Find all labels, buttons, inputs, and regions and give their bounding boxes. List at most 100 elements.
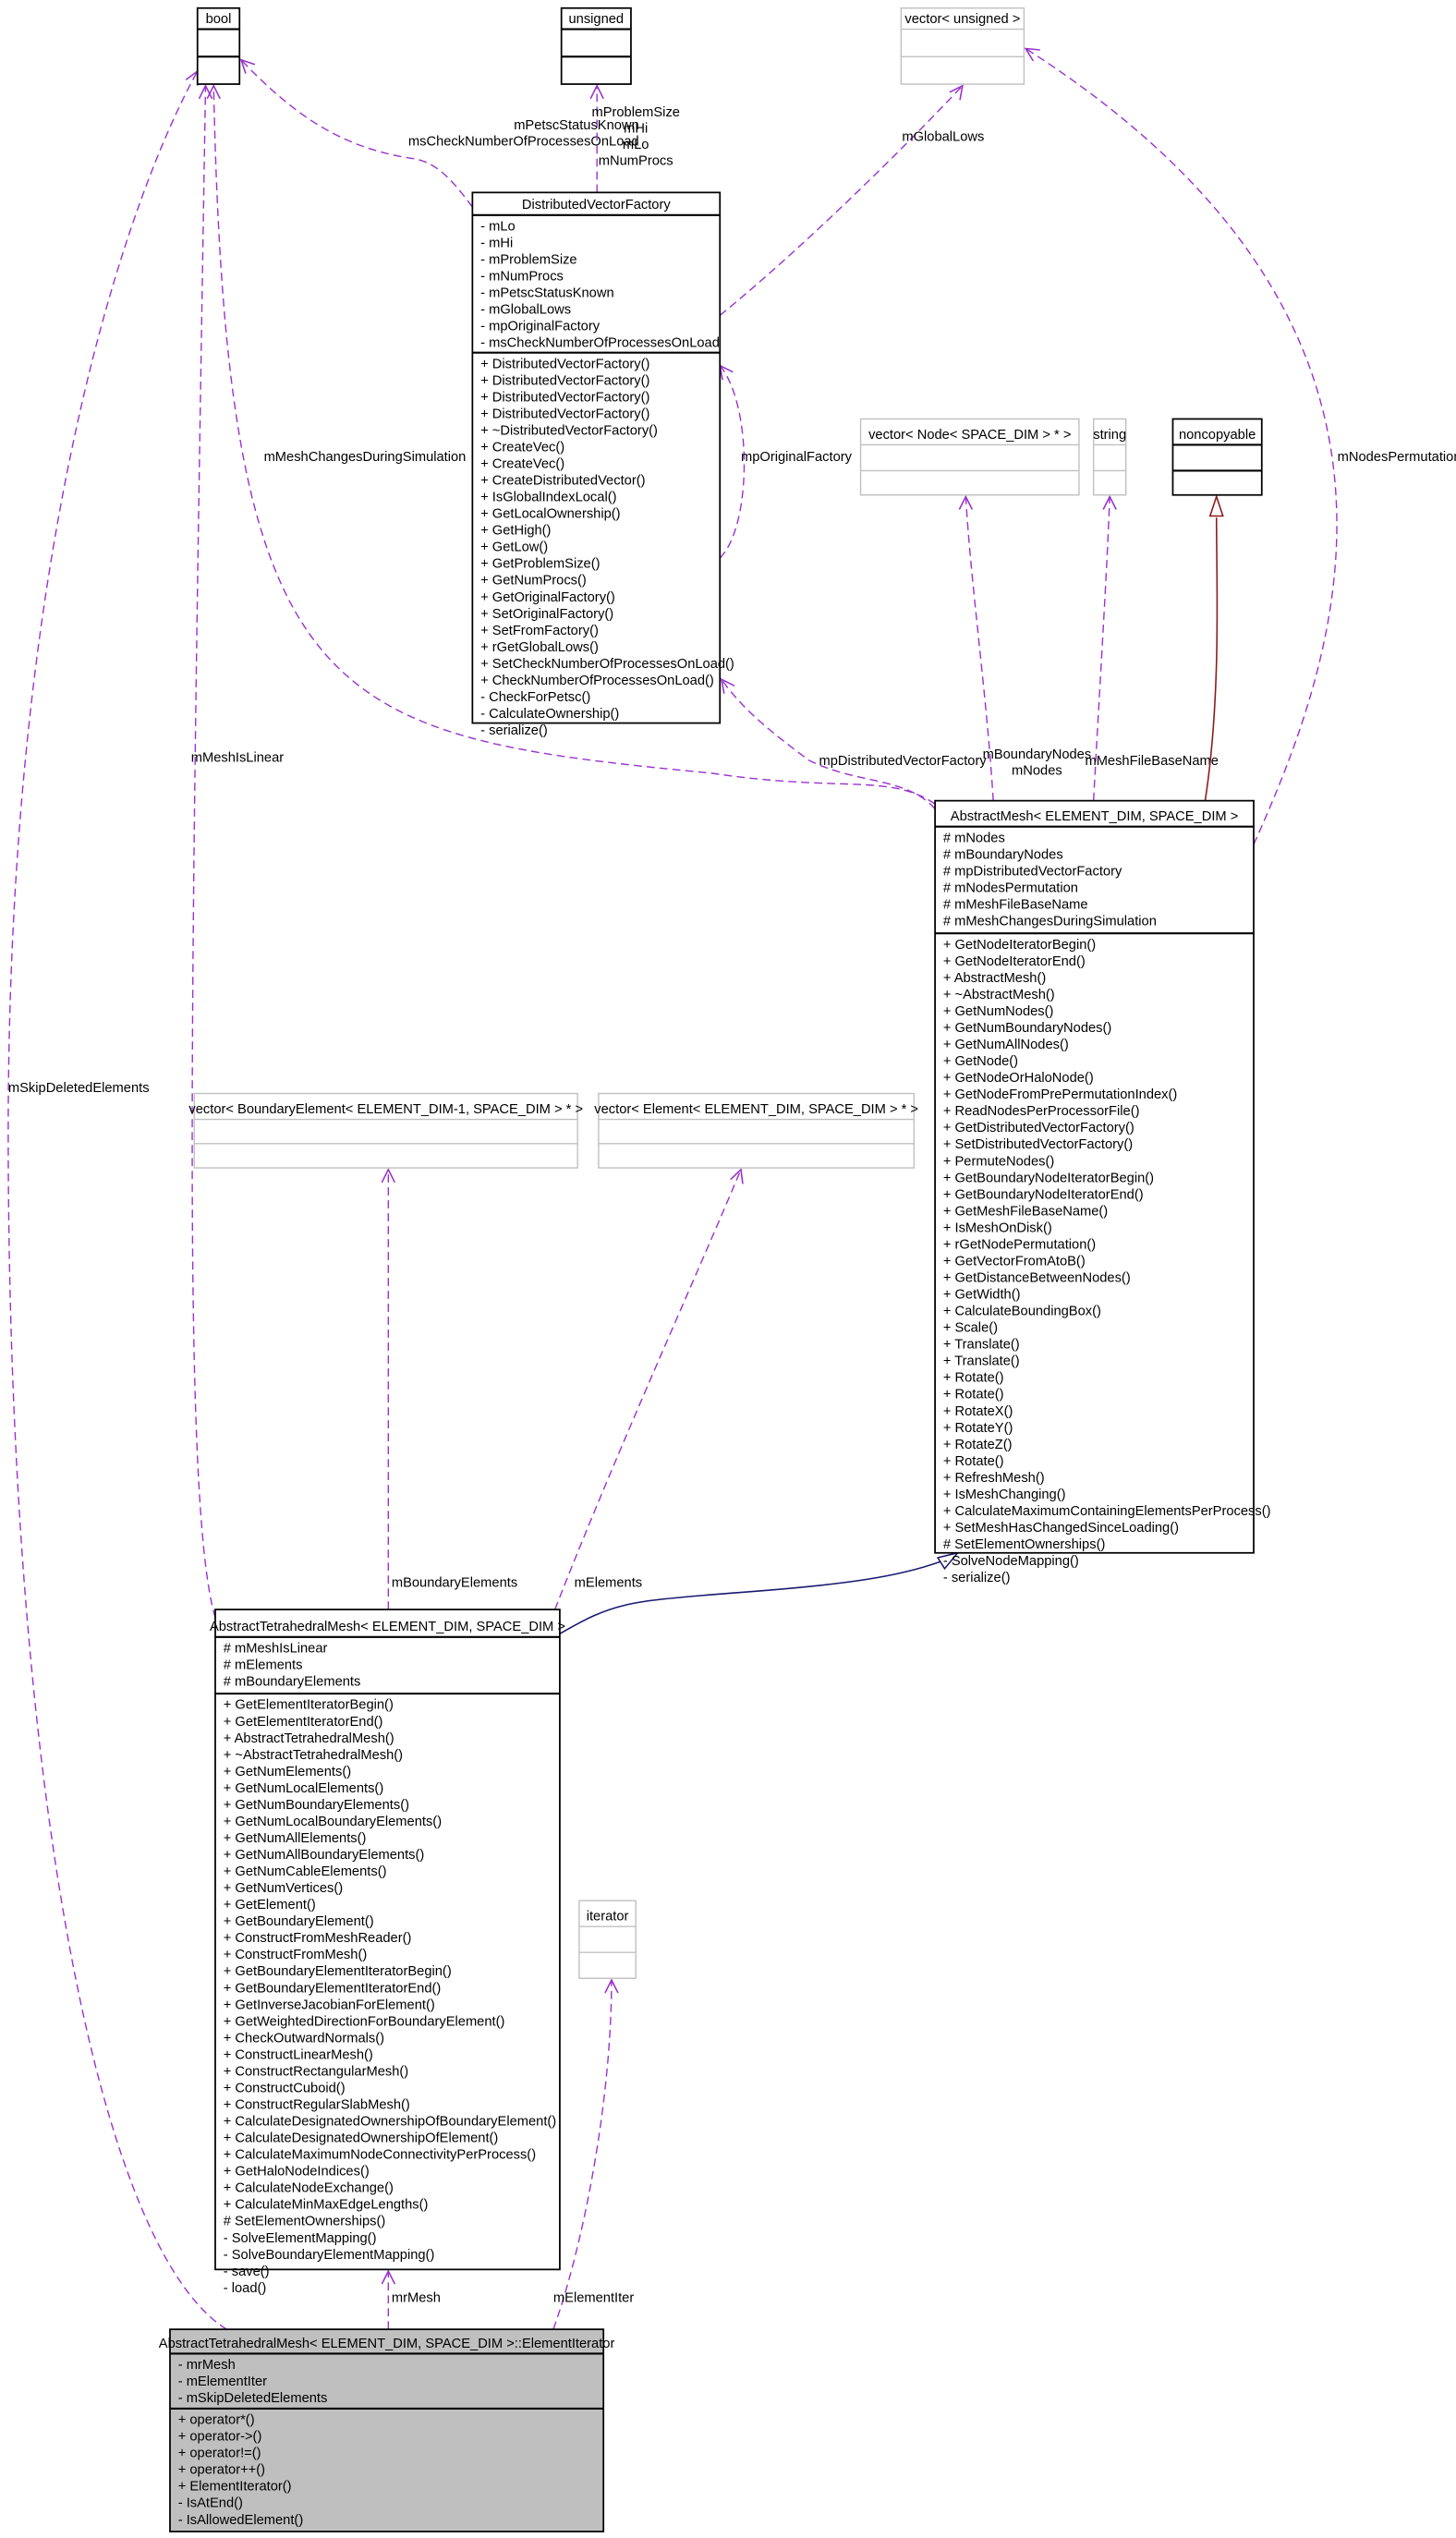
class-box-iterator[interactable]: iterator xyxy=(578,1900,637,1979)
class-method: + GetElementIteratorBegin() xyxy=(224,1698,394,1713)
class-attribute: # mpDistributedVectorFactory xyxy=(943,864,1122,879)
class-method: + ~AbstractTetrahedralMesh() xyxy=(224,1748,403,1763)
class-method: + GetLow() xyxy=(480,540,548,555)
class-method: - save() xyxy=(224,2265,270,2279)
class-method: + GetWeightedDirectionForBoundaryElement… xyxy=(224,2014,505,2029)
class-method: + Rotate() xyxy=(943,1388,1004,1403)
class-name: bool xyxy=(206,12,232,27)
class-method: + CreateDistributedVector() xyxy=(480,474,645,489)
class-attribute: - mGlobalLows xyxy=(480,303,571,318)
class-attribute: # mMeshChangesDuringSimulation xyxy=(943,914,1157,929)
class-method: + Rotate() xyxy=(943,1371,1004,1386)
class-method: + GetNumBoundaryElements() xyxy=(224,1798,409,1813)
class-method: + GetNumNodes() xyxy=(943,1004,1054,1019)
class-method: + CalculateNodeExchange() xyxy=(224,2181,394,2196)
edge-label: mpDistributedVectorFactory xyxy=(819,754,987,769)
class-box-vector-unsigned[interactable]: vector< unsigned > xyxy=(900,7,1025,85)
open-arrow-icon xyxy=(730,1168,744,1184)
inheritance-line xyxy=(559,1555,955,1634)
class-method: + RotateY() xyxy=(943,1421,1013,1436)
class-method: + rGetNodePermutation() xyxy=(943,1237,1096,1252)
class-method: - CheckForPetsc() xyxy=(480,690,590,705)
open-arrow-icon xyxy=(185,69,199,86)
edge-label: mNodesPermutation xyxy=(1338,450,1456,465)
class-attribute: - mpOriginalFactory xyxy=(480,320,601,334)
class-method: + CalculateMaximumContainingElementsPerP… xyxy=(943,1504,1271,1519)
dependency-line xyxy=(191,85,216,1618)
class-box-dvf[interactable]: DistributedVectorFactory - mLo - mHi - mPro… xyxy=(471,191,734,738)
class-method: # SetElementOwnerships() xyxy=(224,2215,386,2229)
class-method: + GetNodeIteratorEnd() xyxy=(943,954,1086,969)
class-attribute: - mHi xyxy=(480,237,513,251)
edge-element-iterator-to-atm: mrMesh xyxy=(381,2269,441,2330)
class-attribute: - msCheckNumberOfProcessesOnLoad xyxy=(480,336,720,351)
class-method: + GetBoundaryElementIteratorEnd() xyxy=(224,1981,442,1996)
class-method: + GetVectorFromAtoB() xyxy=(943,1254,1086,1269)
edge-label: mPetscStatusKnown xyxy=(514,118,639,133)
class-box-element-iterator[interactable]: AbstractTetrahedralMesh< ELEMENT_DIM, SP… xyxy=(159,2328,615,2532)
edge-atm-to-vector-element: mElements xyxy=(554,1168,744,1610)
class-box-vector-element[interactable]: vector< Element< ELEMENT_DIM, SPACE_DIM … xyxy=(594,1092,918,1169)
class-method: + DistributedVectorFactory() xyxy=(480,390,649,405)
class-method: + CalculateMaximumNodeConnectivityPerPro… xyxy=(224,2148,536,2163)
class-method: + GetNumProcs() xyxy=(480,574,587,589)
edge-label: mElements xyxy=(575,1576,642,1591)
class-box-abstract-mesh[interactable]: AbstractMesh< ELEMENT_DIM, SPACE_DIM > # … xyxy=(934,799,1271,1585)
class-box-noncopyable[interactable]: noncopyable xyxy=(1171,418,1263,496)
edge-abstract-mesh-to-dvf: mpDistributedVectorFactory xyxy=(720,677,987,809)
class-method: + GetNodeFromPrePermutationIndex() xyxy=(943,1087,1177,1102)
class-method: + rGetGlobalLows() xyxy=(480,640,599,655)
class-method: + ReadNodesPerProcessorFile() xyxy=(943,1104,1140,1119)
class-attribute: - mPetscStatusKnown xyxy=(480,286,614,301)
class-method: + GetHaloNodeIndices() xyxy=(224,2165,370,2180)
class-attribute: # mBoundaryNodes xyxy=(943,847,1063,862)
class-method: + CheckOutwardNormals() xyxy=(224,2031,384,2046)
dependency-line xyxy=(7,70,227,2330)
dependency-line xyxy=(240,59,473,208)
edge-label: mpOriginalFactory xyxy=(741,450,853,465)
class-attribute: # mMeshIsLinear xyxy=(224,1641,328,1656)
class-method: + GetHigh() xyxy=(480,524,551,539)
class-box-unsigned[interactable]: unsigned xyxy=(560,6,632,85)
class-box-bool[interactable]: bool xyxy=(196,6,241,85)
edge-element-iterator-to-bool: mSkipDeletedElements xyxy=(7,69,227,2330)
class-method: + GetNumLocalBoundaryElements() xyxy=(224,1815,442,1829)
class-method: + SetFromFactory() xyxy=(480,624,599,638)
class-method: + Scale() xyxy=(943,1321,998,1336)
class-method: + RotateZ() xyxy=(943,1438,1013,1452)
class-method: + RotateX() xyxy=(943,1404,1013,1419)
edge-label: mMeshIsLinear xyxy=(191,751,285,766)
class-box-atm[interactable]: AbstractTetrahedralMesh< ELEMENT_DIM, SP… xyxy=(210,1609,565,2296)
class-method: + GetDistributedVectorFactory() xyxy=(943,1121,1134,1135)
class-method: + Translate() xyxy=(943,1338,1020,1353)
edge-label: mBoundaryElements xyxy=(392,1576,517,1591)
class-collaboration-diagram: mSkipDeletedElements mMeshIsLinear mMeshCh… xyxy=(7,6,1456,2532)
class-method: + SetCheckNumberOfProcessesOnLoad() xyxy=(480,657,734,672)
class-method: + GetNode() xyxy=(943,1054,1018,1069)
class-method: + ConstructCuboid() xyxy=(224,2081,346,2095)
class-method: + CalculateMinMaxEdgeLengths() xyxy=(224,2198,429,2213)
class-method: - SolveBoundaryElementMapping() xyxy=(224,2248,435,2263)
class-method: + ElementIterator() xyxy=(178,2480,292,2495)
class-method: + GetLocalOwnership() xyxy=(480,507,620,522)
dependency-line xyxy=(719,85,964,316)
class-box-string[interactable]: string xyxy=(1092,418,1127,496)
class-method: + GetNumBoundaryNodes() xyxy=(943,1021,1111,1036)
class-method: + CheckNumberOfProcessesOnLoad() xyxy=(480,674,714,688)
class-method: + GetDistanceBetweenNodes() xyxy=(943,1271,1131,1286)
class-box-vector-boundary-element[interactable]: vector< BoundaryElement< ELEMENT_DIM-1, … xyxy=(188,1092,583,1169)
edge-label: mElementIter xyxy=(553,2290,634,2305)
class-method: + GetBoundaryElement() xyxy=(224,1914,374,1929)
edge-label: mSkipDeletedElements xyxy=(8,1081,150,1096)
class-boxes: bool unsigned vector< unsigned > Distribute… xyxy=(159,6,1271,2532)
class-attribute: - mrMesh xyxy=(178,2358,236,2373)
class-method: + SetMeshHasChangedSinceLoading() xyxy=(943,1521,1179,1536)
edge-dvf-to-vector-unsigned: mGlobalLows xyxy=(719,84,984,316)
class-attribute: - mSkipDeletedElements xyxy=(178,2391,328,2406)
class-method: + SetOriginalFactory() xyxy=(480,607,613,622)
class-name: vector< BoundaryElement< ELEMENT_DIM-1, … xyxy=(188,1102,583,1117)
class-box-vector-node[interactable]: vector< Node< SPACE_DIM > * > xyxy=(859,418,1080,496)
class-method: + CalculateBoundingBox() xyxy=(943,1305,1101,1319)
dependency-line xyxy=(552,1979,613,2330)
class-attribute: - mLo xyxy=(480,219,516,234)
